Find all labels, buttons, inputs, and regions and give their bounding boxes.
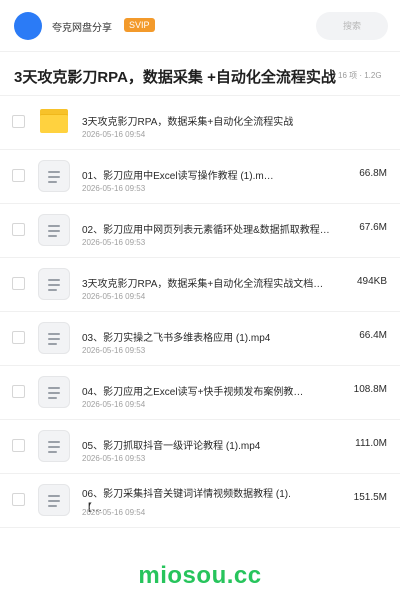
title-row: 3天攻克影刀RPA，数据采集 +自动化全流程实战 16 项 · 1.2G [0,52,400,96]
file-size: 108.8M [353,384,387,395]
file-date: 2026-05-16 09:53 [82,184,146,193]
avatar[interactable] [14,12,42,40]
file-row[interactable]: 03、影刀实操之飞书多维表格应用 (1).mp4 2026-05-16 09:5… [0,312,400,366]
row-checkbox[interactable] [12,223,25,236]
page-title: 3天攻克影刀RPA，数据采集 +自动化全流程实战 [14,69,336,86]
search-input[interactable]: 搜索 [316,12,388,40]
file-name: 3天攻克影刀RPA，数据采集+自动化全流程实战 [82,117,294,128]
row-checkbox[interactable] [12,493,25,506]
top-bar: 夸克网盘分享 SVIP 搜索 [0,0,400,52]
file-name: 05、影刀抓取抖音一级评论教程 (1).mp4 [82,441,261,452]
document-icon [38,376,70,408]
file-date: 2026-05-16 09:54 [82,292,146,301]
file-name: 02、影刀应用中网页列表元素循环处理&数据抓取教程… [82,225,330,236]
file-size: 66.4M [359,330,387,341]
file-row[interactable]: 02、影刀应用中网页列表元素循环处理&数据抓取教程… 2026-05-16 09… [0,204,400,258]
document-icon [38,484,70,516]
file-name: 3天攻克影刀RPA，数据采集+自动化全流程实战文档… [82,279,324,290]
file-size: 67.6M [359,222,387,233]
file-list: 3天攻克影刀RPA，数据采集+自动化全流程实战 2026-05-16 09:54… [0,96,400,528]
file-row[interactable]: 05、影刀抓取抖音一级评论教程 (1).mp4 2026-05-16 09:53… [0,420,400,474]
file-row[interactable]: 3天攻克影刀RPA，数据采集+自动化全流程实战文档… 2026-05-16 09… [0,258,400,312]
file-date: 2026-05-16 09:53 [82,454,146,463]
file-size: 494KB [356,276,387,287]
file-row[interactable]: 06、影刀采集抖音关键词详情视频数据教程 (1).【… 2026-05-16 0… [0,474,400,528]
document-icon [38,322,70,354]
watermark-text: miosou.cc [138,562,262,589]
file-row[interactable]: 3天攻克影刀RPA，数据采集+自动化全流程实战 2026-05-16 09:54 [0,96,400,150]
file-row[interactable]: 04、影刀应用之Excel读写+快手视频发布案例教… 2026-05-16 09… [0,366,400,420]
file-name: 03、影刀实操之飞书多维表格应用 (1).mp4 [82,333,271,344]
file-size: 111.0M [355,438,387,449]
row-checkbox[interactable] [12,439,25,452]
file-row[interactable]: 01、影刀应用中Excel读写操作教程 (1).m… 2026-05-16 09… [0,150,400,204]
row-checkbox[interactable] [12,331,25,344]
file-date: 2026-05-16 09:54 [82,400,146,409]
folder-icon [40,109,68,133]
file-name: 01、影刀应用中Excel读写操作教程 (1).m… [82,171,274,182]
svip-badge: SVIP [124,18,155,32]
row-checkbox[interactable] [12,385,25,398]
row-checkbox[interactable] [12,169,25,182]
document-icon [38,430,70,462]
file-date: 2026-05-16 09:54 [82,130,146,139]
document-icon [38,268,70,300]
brand-label: 夸克网盘分享 [52,23,112,34]
file-size: 66.8M [359,168,387,179]
share-meta: 16 项 · 1.2G [338,71,382,80]
row-checkbox[interactable] [12,277,25,290]
file-name: 04、影刀应用之Excel读写+快手视频发布案例教… [82,387,304,398]
file-date: 2026-05-16 09:54 [82,508,146,517]
document-icon [38,160,70,192]
file-size: 151.5M [353,492,387,503]
document-icon [38,214,70,246]
file-date: 2026-05-16 09:53 [82,346,146,355]
row-checkbox[interactable] [12,115,25,128]
file-date: 2026-05-16 09:53 [82,238,146,247]
